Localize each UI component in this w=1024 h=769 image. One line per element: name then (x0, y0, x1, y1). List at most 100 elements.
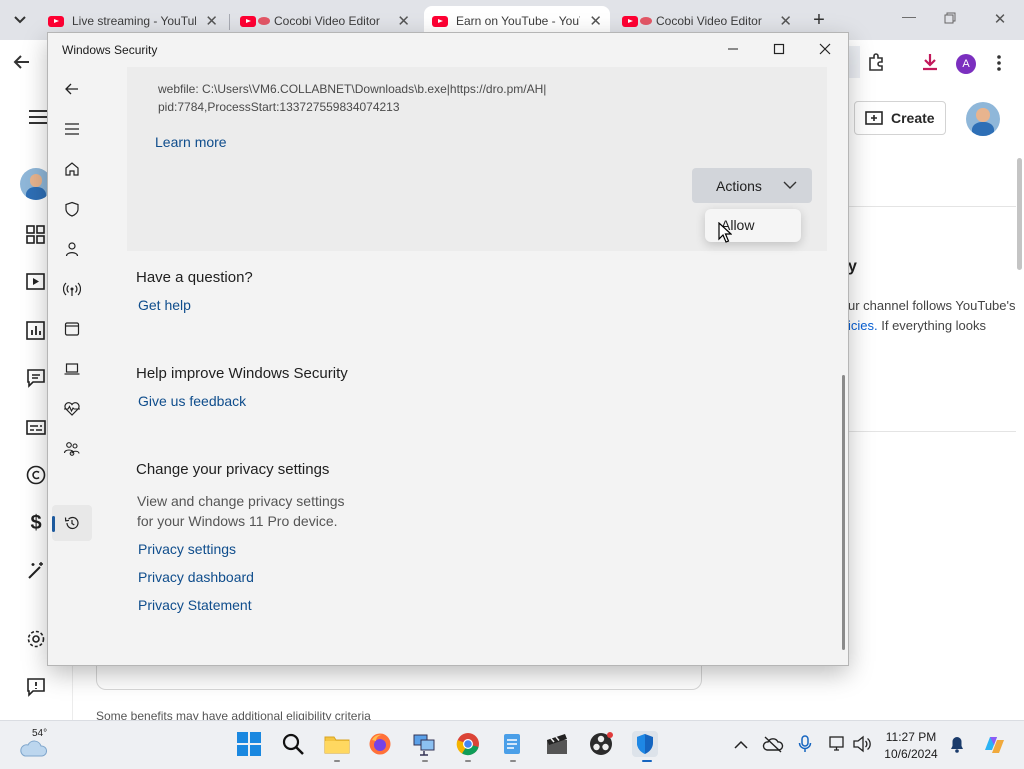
weather-temperature: 54° (32, 728, 48, 739)
privacy-statement-link[interactable]: Privacy Statement (138, 597, 252, 613)
get-help-link[interactable]: Get help (138, 297, 191, 313)
obs-button[interactable] (589, 732, 613, 756)
policy-text: ur channel follows YouTube's (848, 298, 1016, 313)
start-button[interactable] (237, 732, 261, 756)
downloads-button[interactable] (920, 52, 942, 74)
nav-app-browser-control[interactable] (60, 317, 84, 341)
feedback-icon[interactable] (26, 677, 46, 697)
mouse-cursor-icon (718, 222, 732, 243)
network-computer-icon (413, 734, 435, 756)
tab-search-button[interactable] (10, 10, 30, 30)
policy-text-line2: icies. If everything looks (848, 318, 987, 333)
microphone-button[interactable] (798, 735, 812, 753)
search-button[interactable] (281, 732, 305, 756)
maximize-button[interactable] (756, 33, 802, 65)
show-hidden-icons-button[interactable] (734, 738, 748, 752)
clock-date: 10/6/2024 (884, 747, 938, 761)
extensions-button[interactable] (866, 52, 888, 74)
window-scrollbar[interactable] (842, 375, 845, 650)
home-icon (65, 162, 79, 176)
copilot-button[interactable] (981, 732, 1007, 758)
subtitles-icon[interactable] (26, 418, 46, 438)
close-icon[interactable]: ✕ (397, 12, 410, 30)
learn-more-link[interactable]: Learn more (155, 134, 227, 150)
tab-title: Live streaming - YouTube (72, 14, 196, 28)
shield-icon (65, 201, 79, 217)
notifications-button[interactable] (950, 736, 964, 753)
give-feedback-link[interactable]: Give us feedback (138, 393, 246, 409)
tab-earn-on-youtube[interactable]: Earn on YouTube - YouTube ✕ (424, 6, 610, 36)
vpn-status-button[interactable] (762, 735, 784, 753)
analytics-icon[interactable] (26, 321, 46, 341)
nav-device-security[interactable] (60, 357, 84, 381)
minimize-button[interactable] (710, 33, 756, 65)
network-app-button[interactable] (412, 732, 436, 756)
customization-icon[interactable] (26, 561, 46, 581)
nav-firewall-network[interactable] (60, 277, 84, 301)
minimize-browser-button[interactable]: — (896, 8, 922, 32)
chrome-button[interactable] (456, 732, 480, 756)
download-icon (923, 54, 937, 71)
nav-selected-indicator (52, 516, 55, 532)
tab-title: Cocobi Video Editor (274, 14, 380, 28)
nav-family-options[interactable] (60, 437, 84, 461)
new-tab-button[interactable]: + (810, 10, 828, 30)
youtube-icon (432, 15, 448, 27)
profile-avatar[interactable]: A (956, 54, 976, 74)
windows-security-taskbar-button[interactable] (632, 731, 658, 757)
back-button[interactable] (60, 77, 84, 101)
page-scrollbar-thumb[interactable] (1017, 158, 1022, 270)
chevron-up-icon (734, 740, 748, 749)
copyright-icon[interactable] (26, 465, 46, 485)
weather-widget[interactable]: 54° (16, 728, 56, 762)
volume-button[interactable] (852, 735, 872, 753)
video-add-icon (865, 111, 883, 125)
improve-heading: Help improve Windows Security (136, 365, 348, 382)
firefox-icon (369, 733, 391, 755)
close-icon[interactable]: ✕ (779, 12, 792, 30)
nav-settings[interactable] (60, 662, 84, 665)
youtube-icon (48, 15, 64, 27)
menu-button[interactable] (60, 117, 84, 141)
actions-dropdown-button[interactable]: Actions (692, 168, 812, 203)
taskbar-clock[interactable]: 11:27 PM 10/6/2024 (878, 729, 944, 763)
close-button[interactable] (802, 33, 848, 65)
policies-link[interactable]: icies. (848, 318, 878, 333)
close-icon[interactable]: ✕ (589, 12, 602, 30)
content-icon[interactable] (26, 272, 46, 292)
dashboard-icon[interactable] (26, 225, 46, 245)
browser-menu-button[interactable] (996, 54, 1006, 74)
nav-home[interactable] (60, 157, 84, 181)
nav-protection-history[interactable] (60, 511, 84, 535)
nav-account-protection[interactable] (60, 237, 84, 261)
hamburger-menu-button[interactable] (28, 109, 48, 127)
media-app-button[interactable] (545, 732, 569, 756)
actions-label: Actions (716, 177, 762, 194)
account-avatar[interactable] (966, 102, 1000, 136)
network-status-button[interactable] (828, 735, 846, 753)
tab-cocobi-video-editor-2[interactable]: Cocobi Video Editor ✕ (614, 6, 800, 36)
comments-icon[interactable] (26, 368, 46, 388)
create-button[interactable]: Create (854, 101, 946, 135)
earn-icon[interactable]: $ (26, 513, 46, 533)
settings-icon[interactable] (26, 629, 46, 649)
file-explorer-button[interactable] (324, 732, 350, 756)
tab-live-streaming[interactable]: Live streaming - YouTube ✕ (40, 6, 226, 36)
window-title: Windows Security (62, 43, 158, 57)
windows-logo-icon (237, 732, 261, 756)
restore-browser-button[interactable] (944, 12, 956, 24)
notepad-button[interactable] (500, 732, 524, 756)
firefox-button[interactable] (368, 732, 392, 756)
nav-device-performance[interactable] (60, 397, 84, 421)
close-browser-button[interactable]: ✕ (992, 10, 1008, 28)
nav-virus-protection[interactable] (60, 197, 84, 221)
speaker-icon (853, 735, 871, 753)
tab-cocobi-video-editor-1[interactable]: Cocobi Video Editor ✕ (232, 6, 418, 36)
person-icon (65, 242, 79, 257)
tab-title: Cocobi Video Editor (656, 14, 762, 28)
privacy-dashboard-link[interactable]: Privacy dashboard (138, 569, 254, 585)
close-icon[interactable]: ✕ (205, 12, 218, 30)
privacy-settings-link[interactable]: Privacy settings (138, 541, 236, 557)
back-button[interactable] (12, 52, 34, 74)
history-icon (64, 516, 79, 530)
